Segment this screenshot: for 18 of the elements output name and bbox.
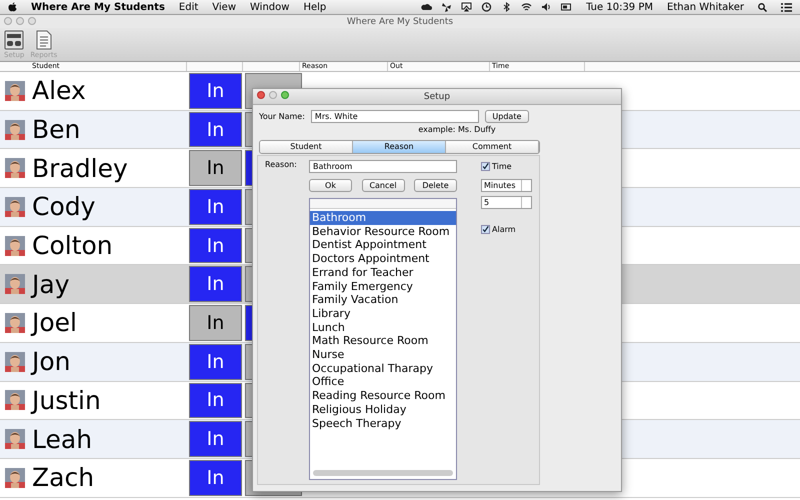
dialog-title: Setup [424, 92, 450, 102]
checkbox-label: Time [492, 162, 512, 171]
field-label: Reason: [265, 160, 297, 169]
field-label: Your Name: [259, 112, 305, 121]
student-name: Ben [32, 115, 80, 144]
checkbox-label: Alarm [492, 225, 516, 234]
student-name: Bradley [32, 154, 128, 183]
student-name: Alex [32, 76, 86, 106]
hint-text: example: Ms. Duffy [418, 125, 496, 134]
student-name: Joel [32, 308, 77, 338]
student-name: Cody [32, 192, 96, 222]
student-name: Jay [32, 270, 70, 299]
student-name: Colton [32, 231, 113, 260]
student-name: Zach [32, 463, 94, 492]
student-name: Jon [32, 347, 71, 376]
student-name: Justin [32, 386, 101, 415]
window-title: Where Are My Students [346, 16, 454, 26]
student-name: Leah [32, 424, 92, 454]
